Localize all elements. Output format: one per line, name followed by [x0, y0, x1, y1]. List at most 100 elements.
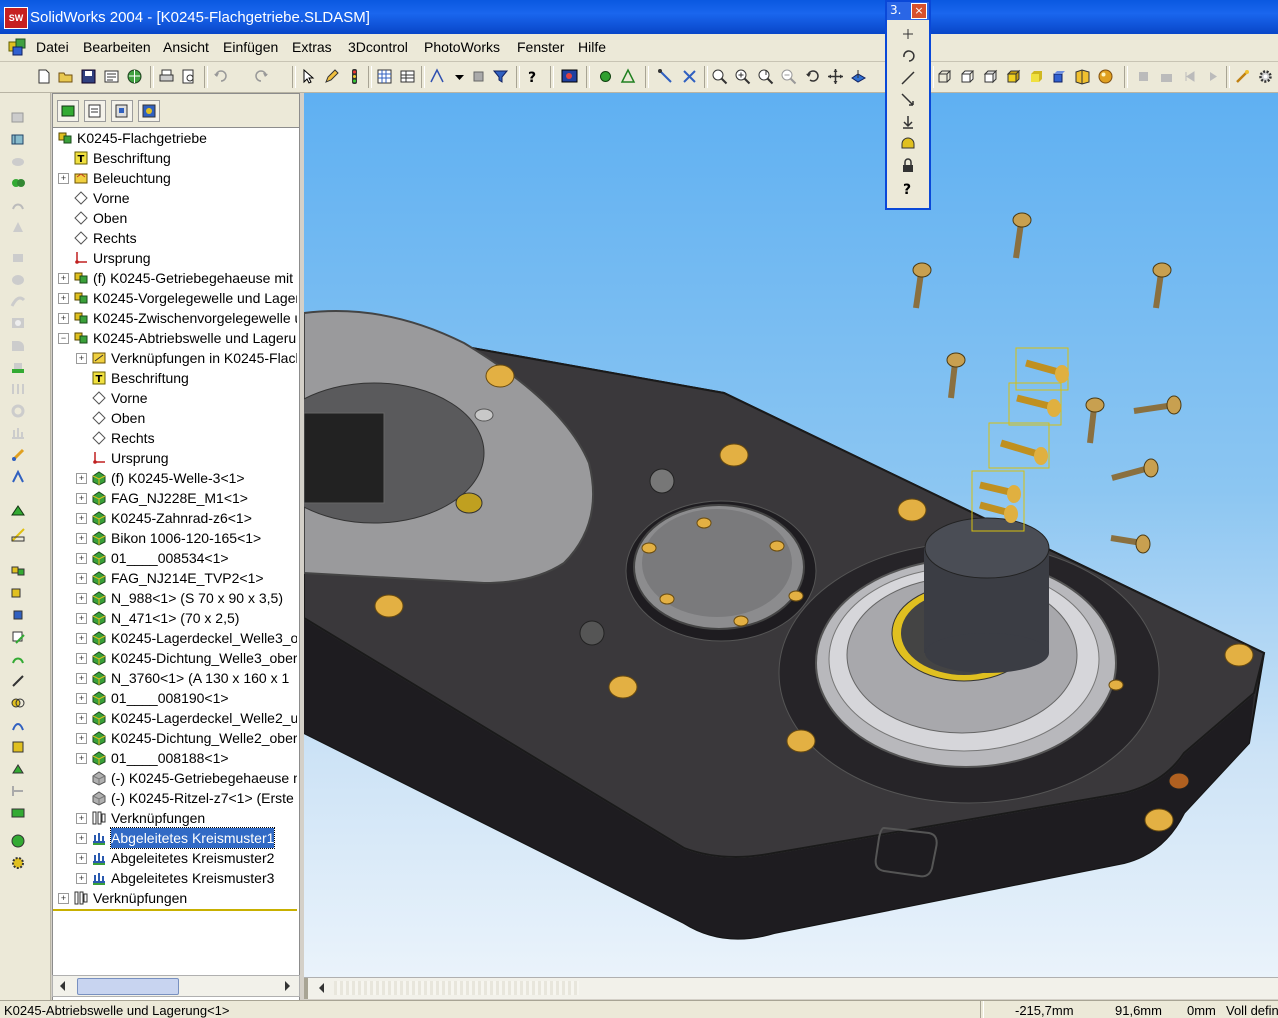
tree-item-abtriebswelle[interactable]: − K0245-Abtriebswelle und Lagerung [53, 328, 297, 348]
assembly-doc-icon[interactable] [7, 37, 29, 57]
expand-toggle-icon[interactable]: + [76, 553, 87, 564]
assembly-feature-icon[interactable] [10, 359, 26, 375]
tree-item-plane-rechts[interactable]: Rechts [53, 228, 297, 248]
configurationmanager-tab-icon[interactable] [111, 100, 133, 122]
expand-toggle-icon[interactable]: + [76, 633, 87, 644]
expand-toggle-icon[interactable]: + [76, 873, 87, 884]
expand-toggle-icon[interactable]: + [76, 533, 87, 544]
expand-toggle-icon[interactable]: + [76, 673, 87, 684]
tree-item-dichtung-welle2[interactable]: + K0245-Dichtung_Welle2_ober [53, 728, 297, 748]
rotate-view-icon[interactable] [804, 68, 821, 85]
mass-properties-icon[interactable] [681, 68, 698, 85]
propertymanager-tab-icon[interactable] [84, 100, 106, 122]
menu-einfuegen[interactable]: Einfügen [223, 39, 278, 55]
menu-3dcontrol[interactable]: 3Dcontrol [348, 39, 408, 55]
rotate-icon[interactable] [900, 48, 916, 64]
tree-item-ursprung[interactable]: Ursprung [53, 248, 297, 268]
tree-item-zwischenvorgelegewelle[interactable]: + K0245-Zwischenvorgelegewelle u [53, 308, 297, 328]
menu-bearbeiten[interactable]: Bearbeiten [83, 39, 151, 55]
pan-icon[interactable] [827, 68, 844, 85]
tree-item-ritzel-z7[interactable]: (-) K0245-Ritzel-z7<1> (Erste [53, 788, 297, 808]
edit-part-icon[interactable] [10, 629, 26, 645]
tree-item-beleuchtung[interactable]: + Beleuchtung [53, 168, 297, 188]
exploded-view-icon[interactable] [10, 469, 26, 485]
tree-item-plane-vorne-sub[interactable]: Vorne [53, 388, 297, 408]
expand-toggle-icon[interactable]: + [58, 273, 69, 284]
reference-icon[interactable] [10, 805, 26, 821]
tree-item-getriebegehaeuse[interactable]: + (f) K0245-Getriebegehaeuse mit 2 [53, 268, 297, 288]
insert-component-icon[interactable] [10, 131, 26, 147]
gearbox-assembly-render[interactable] [304, 93, 1278, 977]
tree-item-fag-nj214e[interactable]: + FAG_NJ214E_TVP2<1> [53, 568, 297, 588]
expand-toggle-icon[interactable]: + [76, 613, 87, 624]
expand-toggle-icon[interactable]: + [76, 713, 87, 724]
menu-datei[interactable]: Datei [36, 39, 69, 55]
tree-item-dichtung-welle3[interactable]: + K0245-Dichtung_Welle3_ober [53, 648, 297, 668]
expand-toggle-icon[interactable]: + [76, 653, 87, 664]
help-icon[interactable]: ? [524, 68, 541, 85]
insert-part-icon[interactable] [10, 585, 26, 601]
3dcontrol-move-icon[interactable] [620, 68, 637, 85]
solidworks-app-icon[interactable]: SW [4, 7, 28, 29]
tree-item-lagerdeckel-welle2[interactable]: + K0245-Lagerdeckel_Welle2_u [53, 708, 297, 728]
gravity-icon[interactable] [900, 136, 916, 152]
tree-item-lagerdeckel-welle3[interactable]: + K0245-Lagerdeckel_Welle3_o [53, 628, 297, 648]
perspective-icon[interactable] [1074, 68, 1091, 85]
drop-to-floor-icon[interactable] [900, 114, 916, 130]
print-preview-icon[interactable] [180, 68, 197, 85]
sketch-line-icon[interactable] [10, 527, 26, 543]
hide-show-icon[interactable] [10, 153, 26, 169]
revolve-icon[interactable] [10, 271, 26, 287]
tree-item-part-008190[interactable]: +01____008190<1> [53, 688, 297, 708]
shaded-with-edges-icon[interactable] [1005, 68, 1022, 85]
redo-icon[interactable] [253, 68, 270, 85]
realview-sphere-icon[interactable] [1097, 68, 1114, 85]
dropdown-arrow-icon[interactable] [451, 68, 468, 85]
stop-icon[interactable] [1135, 68, 1152, 85]
features-manager-icon[interactable] [10, 833, 26, 849]
expand-toggle-icon[interactable]: + [76, 753, 87, 764]
gear-settings-icon[interactable] [10, 855, 26, 871]
tree-item-beschriftung-sub[interactable]: T Beschriftung [53, 368, 297, 388]
record-icon[interactable] [1158, 68, 1175, 85]
tree-item-beschriftung[interactable]: T Beschriftung [53, 148, 297, 168]
dynamic-clearance-icon[interactable] [10, 739, 26, 755]
menu-ansicht[interactable]: Ansicht [163, 39, 209, 55]
shaded-icon[interactable] [1028, 68, 1045, 85]
rotate-component-icon[interactable] [10, 219, 26, 235]
sketch-tool-icon[interactable] [10, 109, 26, 125]
circular-pattern-icon[interactable] [10, 403, 26, 419]
move-component-icon[interactable] [10, 197, 26, 213]
table-icon[interactable] [399, 68, 416, 85]
grid-options-icon[interactable] [376, 68, 393, 85]
tree-item-welle-3[interactable]: + (f) K0245-Welle-3<1> [53, 468, 297, 488]
tree-item-plane-oben[interactable]: Oben [53, 208, 297, 228]
open-icon[interactable] [57, 68, 74, 85]
fillet-icon[interactable] [10, 337, 26, 353]
featuremanager-tab-icon[interactable] [57, 100, 79, 122]
scroll-thumb[interactable] [77, 978, 179, 995]
tree-item-fag-nj228e[interactable]: + FAG_NJ228E_M1<1> [53, 488, 297, 508]
close-icon[interactable]: × [911, 3, 927, 19]
smart-fasteners-icon[interactable] [10, 447, 26, 463]
tree-item-kreismuster1[interactable]: + Abgeleitetes Kreismuster1 [53, 827, 297, 849]
physical-dynamics-icon[interactable] [10, 761, 26, 777]
tree-item-root[interactable]: K0245-Flachgetriebe [53, 128, 297, 148]
tree-item-vorgelegewelle[interactable]: + K0245-Vorgelegewelle und Lagerung [53, 288, 297, 308]
scroll-left-icon[interactable] [314, 980, 330, 996]
shadow-icon[interactable] [1051, 68, 1068, 85]
expand-toggle-icon[interactable]: + [76, 513, 87, 524]
axis-icon[interactable] [900, 70, 916, 86]
tree-item-getriebegehaeuse-suppressed[interactable]: (-) K0245-Getriebegehaeuse m [53, 768, 297, 788]
point-icon[interactable] [900, 26, 916, 42]
rebuild-icon[interactable] [346, 68, 363, 85]
photoworks-render-icon[interactable] [561, 68, 578, 85]
tree-item-n-3760[interactable]: + N_3760<1> (A 130 x 160 x 1 [53, 668, 297, 688]
tree-item-verknuepfungen-group[interactable]: + Verknüpfungen [53, 808, 297, 828]
menu-fenster[interactable]: Fenster [517, 39, 564, 55]
align-icon[interactable] [10, 783, 26, 799]
tree-item-plane-rechts-sub[interactable]: Rechts [53, 428, 297, 448]
photoworks-tab-icon[interactable] [138, 100, 160, 122]
tree-item-n-471[interactable]: + N_471<1> (70 x 2,5) [53, 608, 297, 628]
undo-icon[interactable] [212, 68, 229, 85]
